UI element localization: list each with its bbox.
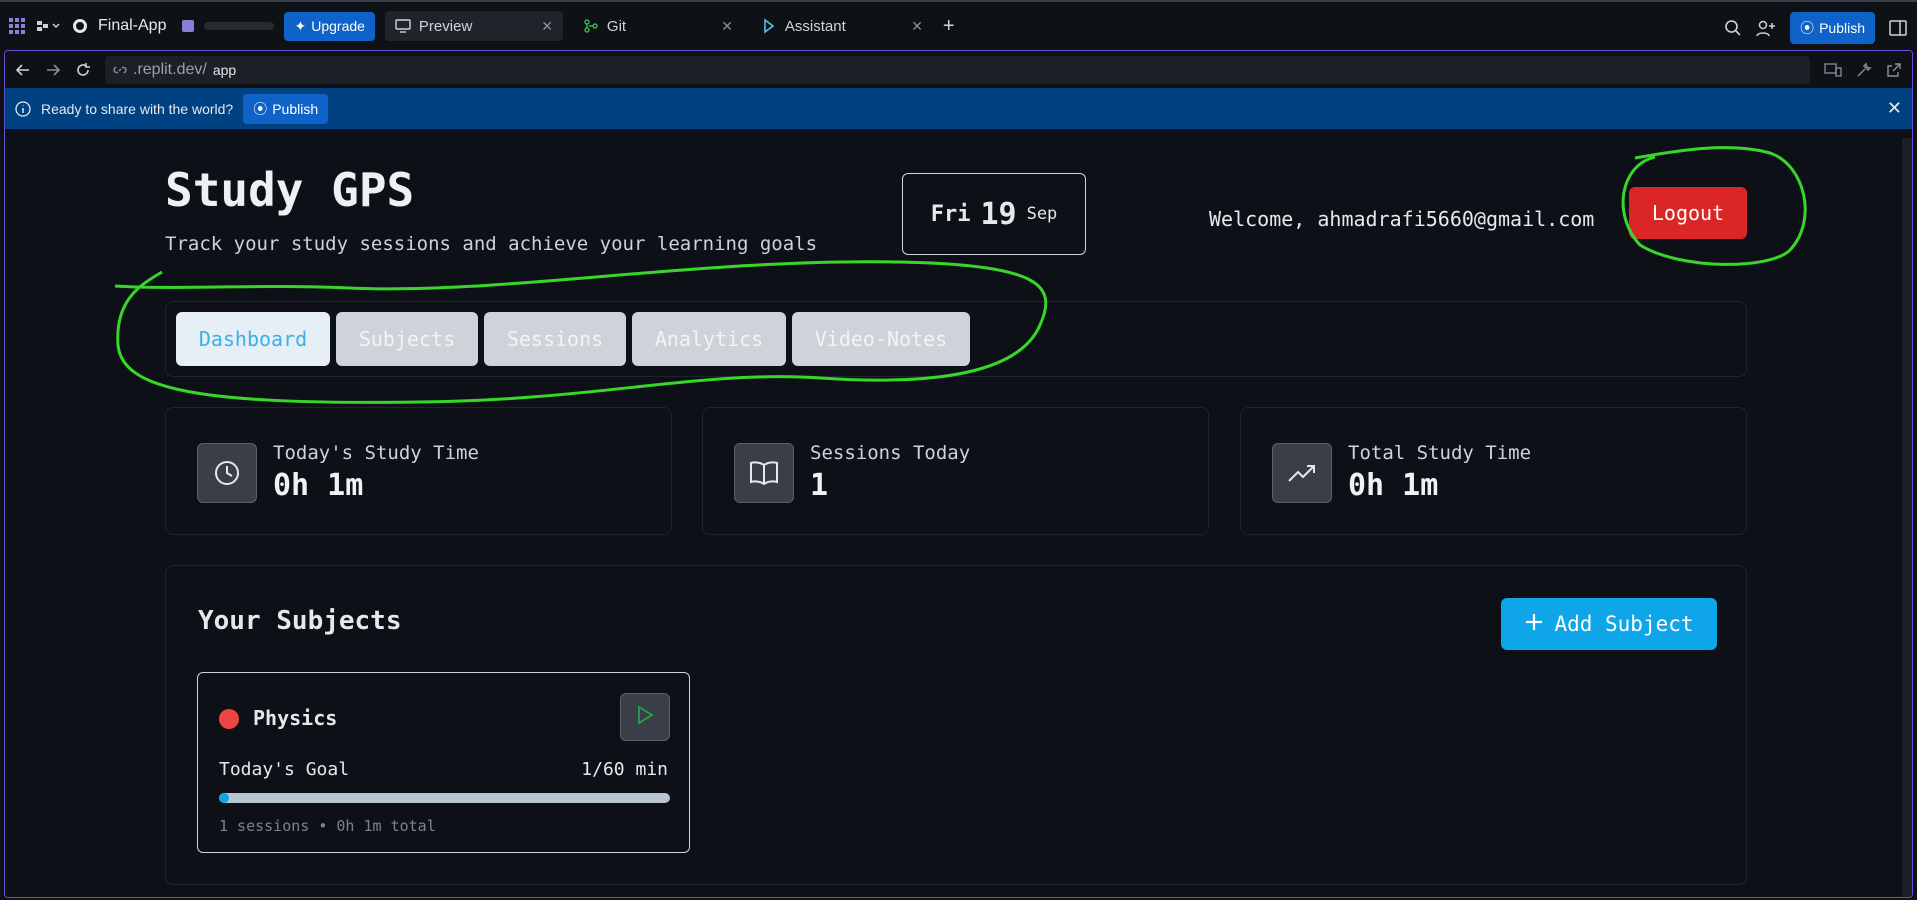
devtools-wrench-icon[interactable] <box>1856 61 1872 78</box>
subjects-panel: Your Subjects Add Subject Physics Today'… <box>165 565 1747 885</box>
stat-value: 0h 1m <box>1348 468 1439 503</box>
stat-value: 1 <box>810 468 829 503</box>
url-bar: .replit.dev/app <box>5 51 1912 88</box>
close-banner-icon[interactable]: ✕ <box>1887 98 1902 119</box>
subject-meta: 1 sessions • 0h 1m total <box>219 817 436 835</box>
url-domain: .replit.dev/ <box>133 60 207 78</box>
reload-icon[interactable] <box>75 62 91 78</box>
ide-topbar: Final-App ✦ Upgrade Preview ✕ Git ✕ Assi… <box>0 0 1917 50</box>
close-icon[interactable]: ✕ <box>541 18 553 35</box>
tab-video-notes[interactable]: Video-Notes <box>792 312 970 366</box>
stat-card-sessions-today: Sessions Today 1 <box>702 407 1209 535</box>
subject-name: Physics <box>253 706 338 730</box>
book-icon <box>734 443 794 503</box>
date-weekday: Fri <box>930 201 971 227</box>
tab-dashboard[interactable]: Dashboard <box>176 312 330 366</box>
goal-progress-bar <box>219 793 670 803</box>
tab-preview[interactable]: Preview ✕ <box>384 11 563 41</box>
monitor-icon <box>395 19 411 33</box>
tab-git-label: Git <box>606 17 627 35</box>
goal-value: 1/60 min <box>581 759 668 780</box>
replit-logo-icon[interactable] <box>8 17 26 35</box>
stat-label: Sessions Today <box>810 442 971 464</box>
url-input[interactable]: .replit.dev/app <box>105 55 1810 84</box>
stat-value: 0h 1m <box>273 468 364 503</box>
banner-publish-label: Publish <box>272 100 319 117</box>
welcome-text: Welcome, ahmadrafi5660@gmail.com <box>1209 207 1595 231</box>
date-day: 19 <box>980 196 1017 232</box>
sidebar-toggle-icon[interactable] <box>1889 20 1907 36</box>
subject-card[interactable]: Physics Today's Goal 1/60 min 1 sessions… <box>197 672 690 853</box>
info-icon <box>15 100 31 117</box>
workspace-menu-icon[interactable] <box>36 19 62 33</box>
publish-label: Publish <box>1819 20 1865 36</box>
app-avatar-icon <box>72 18 88 34</box>
goal-progress-fill <box>219 793 229 803</box>
subject-color-dot <box>219 709 239 729</box>
subjects-title: Your Subjects <box>198 606 402 636</box>
play-icon <box>635 704 655 730</box>
plus-sparkle-icon: ✦ <box>294 17 307 34</box>
banner-message: Ready to share with the world? <box>41 100 234 117</box>
preview-frame: .replit.dev/app Ready to share with the … <box>4 50 1913 898</box>
scrollbar[interactable] <box>1902 138 1912 897</box>
logout-button[interactable]: Logout <box>1629 187 1747 239</box>
stat-card-total-time: Total Study Time 0h 1m <box>1240 407 1747 535</box>
open-external-icon[interactable] <box>1886 62 1902 78</box>
invite-user-icon[interactable] <box>1756 19 1776 37</box>
date-display: Fri 19 Sep <box>902 173 1086 255</box>
date-month: Sep <box>1026 204 1058 224</box>
run-progress-track <box>204 22 275 30</box>
stat-label: Total Study Time <box>1348 442 1532 464</box>
app-name[interactable]: Final-App <box>98 17 166 35</box>
back-arrow-icon[interactable] <box>15 63 31 77</box>
main-nav: Dashboard Subjects Sessions Analytics Vi… <box>165 301 1747 377</box>
upgrade-button[interactable]: ✦ Upgrade <box>284 11 375 41</box>
page-subtitle: Track your study sessions and achieve yo… <box>165 233 818 255</box>
add-subject-button[interactable]: Add Subject <box>1501 598 1717 650</box>
publish-button[interactable]: ⦿ Publish <box>1790 12 1875 44</box>
close-icon[interactable]: ✕ <box>911 18 923 35</box>
stop-icon[interactable] <box>182 20 195 32</box>
search-icon[interactable] <box>1724 19 1742 37</box>
close-icon[interactable]: ✕ <box>721 18 733 35</box>
study-gps-app: Study GPS Track your study sessions and … <box>5 129 1912 897</box>
publish-icon: ⦿ <box>1800 20 1815 36</box>
tab-git[interactable]: Git ✕ <box>573 11 743 41</box>
trending-up-icon <box>1272 443 1332 503</box>
upgrade-label: Upgrade <box>311 18 365 34</box>
tab-subjects[interactable]: Subjects <box>336 312 478 366</box>
tab-assistant[interactable]: Assistant ✕ <box>753 11 933 41</box>
clock-icon <box>197 443 257 503</box>
start-session-button[interactable] <box>620 693 670 741</box>
page-title: Study GPS <box>165 163 415 217</box>
banner-publish-button[interactable]: ⦿ Publish <box>243 93 329 124</box>
link-icon <box>113 63 127 77</box>
devices-icon[interactable] <box>1824 62 1842 77</box>
stat-card-today-time: Today's Study Time 0h 1m <box>165 407 672 535</box>
plus-icon <box>1524 612 1544 637</box>
tab-assistant-label: Assistant <box>784 17 846 35</box>
tab-preview-label: Preview <box>418 17 473 35</box>
url-path: app <box>212 61 237 78</box>
publish-icon: ⦿ <box>253 100 268 117</box>
tab-analytics[interactable]: Analytics <box>632 312 786 366</box>
stat-label: Today's Study Time <box>273 442 479 464</box>
new-tab-plus-icon[interactable]: + <box>943 15 955 38</box>
forward-arrow-icon[interactable] <box>45 63 61 77</box>
tab-sessions[interactable]: Sessions <box>484 312 626 366</box>
add-subject-label: Add Subject <box>1554 612 1694 636</box>
goal-label: Today's Goal <box>219 759 350 780</box>
assistant-icon <box>763 18 777 34</box>
publish-banner: Ready to share with the world? ⦿ Publish… <box>5 88 1912 129</box>
git-icon <box>583 18 599 34</box>
